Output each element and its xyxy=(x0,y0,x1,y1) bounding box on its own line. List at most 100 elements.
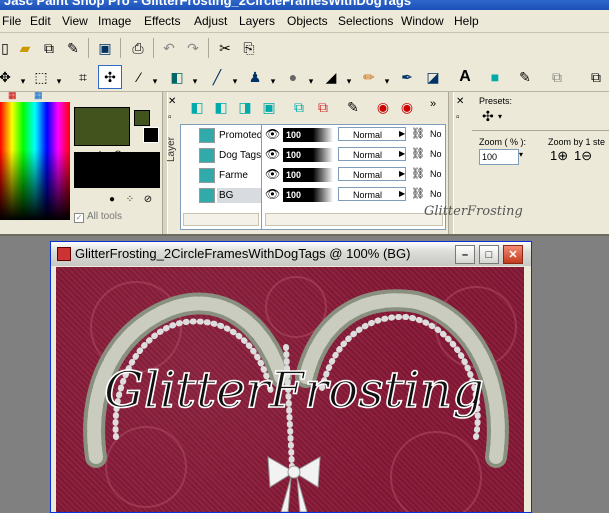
tool-options-pin-icon[interactable]: ▫ xyxy=(456,112,460,123)
layer-group-link[interactable]: No xyxy=(430,129,442,139)
bg-color-mode-icon[interactable]: ● xyxy=(106,193,118,205)
chevron-right-icon[interactable]: ▶ xyxy=(399,149,405,158)
crop-tool-icon[interactable]: ⌗ xyxy=(72,66,94,88)
layer-group-link[interactable]: No xyxy=(430,169,442,179)
delete-layer-icon[interactable]: ⧉ xyxy=(312,96,334,118)
menu-window[interactable]: Window xyxy=(401,14,444,28)
clone-tool-icon[interactable]: ◧ xyxy=(166,66,188,88)
copy-icon[interactable]: ⎘ xyxy=(238,37,260,59)
double-chevron-right-icon[interactable]: » xyxy=(430,98,436,110)
lock-transparency-icon[interactable]: ⛓ xyxy=(411,127,425,140)
zoom-out-icon[interactable]: 1⊖ xyxy=(574,148,592,164)
menu-layers[interactable]: Layers xyxy=(239,14,275,28)
blend-mode-select[interactable]: Normal xyxy=(338,127,406,141)
layers-pin-icon[interactable]: ▫ xyxy=(168,112,172,123)
zoom-percent-input[interactable]: 100 xyxy=(479,149,519,165)
open-folder-icon[interactable]: ▰ xyxy=(14,37,36,59)
lighten-tool-icon[interactable]: ● xyxy=(282,66,304,88)
layers-close-icon[interactable]: ✕ xyxy=(168,96,176,107)
pen-tool-icon[interactable]: ✎ xyxy=(514,66,536,88)
chevron-down-icon[interactable]: ▾ xyxy=(266,70,280,92)
fill-tool-icon[interactable]: ◢ xyxy=(320,66,342,88)
lock-transparency-icon[interactable]: ⛓ xyxy=(411,147,425,160)
opacity-slider[interactable]: 100 xyxy=(283,148,333,162)
hide-all-layers-icon[interactable]: ◉ xyxy=(396,96,418,118)
pencil-tool-icon[interactable]: ✏ xyxy=(358,66,380,88)
chevron-down-icon[interactable]: ▾ xyxy=(380,70,394,92)
opacity-slider[interactable]: 100 xyxy=(283,128,333,142)
opacity-slider[interactable]: 100 xyxy=(283,188,333,202)
lock-transparency-icon[interactable]: ⛓ xyxy=(411,187,425,200)
layer-name[interactable]: BG xyxy=(217,188,261,203)
layer-name[interactable]: Promoted xyxy=(217,128,261,143)
layer-row-active[interactable]: BG 👁 100 Normal ▶ ⛓ No xyxy=(181,186,445,205)
chevron-down-icon[interactable]: ▾ xyxy=(304,70,318,92)
layer-group-link[interactable]: No xyxy=(430,149,442,159)
chevron-down-icon[interactable]: ▾ xyxy=(342,70,356,92)
chevron-down-icon[interactable]: ▾ xyxy=(52,70,66,92)
layers-name-scrollbar[interactable] xyxy=(183,213,259,226)
visibility-eye-icon[interactable]: 👁 xyxy=(265,167,280,181)
picture-tube-icon[interactable]: ✒ xyxy=(396,66,418,88)
color-spectrum-picker[interactable] xyxy=(0,102,70,220)
print-icon[interactable]: ⎙ xyxy=(127,37,149,59)
chevron-down-icon[interactable]: ▾ xyxy=(188,70,202,92)
foreground-swatch[interactable] xyxy=(74,107,130,146)
tool-options-close-icon[interactable]: ✕ xyxy=(456,96,464,107)
browse-icon[interactable]: ⧉ xyxy=(38,37,60,59)
eraser-tool-icon[interactable]: ◪ xyxy=(422,66,444,88)
new-adjustment-layer-icon[interactable]: ▣ xyxy=(258,96,280,118)
warp-tool-icon[interactable]: ⧉ xyxy=(546,66,568,88)
blend-mode-select[interactable]: Normal xyxy=(338,147,406,161)
rainbow-tab-icon[interactable]: ▦ xyxy=(8,90,17,101)
layer-name[interactable]: Dog Tags xyxy=(217,148,261,163)
menu-image[interactable]: Image xyxy=(98,14,131,28)
visibility-eye-icon[interactable]: 👁 xyxy=(265,127,280,141)
layer-properties-icon[interactable]: ✎ xyxy=(342,96,364,118)
visibility-eye-icon[interactable]: 👁 xyxy=(265,187,280,201)
document-title-bar[interactable]: GlitterFrosting_2CircleFramesWithDogTags… xyxy=(51,242,531,266)
magic-wand-icon[interactable]: ⁄ xyxy=(128,66,150,88)
menu-file[interactable]: File xyxy=(2,14,21,28)
toolbar-overflow-icon[interactable]: ⧉ xyxy=(585,66,607,88)
opacity-slider[interactable]: 100 xyxy=(283,168,333,182)
background-swatch[interactable] xyxy=(74,152,160,188)
chevron-right-icon[interactable]: ▶ xyxy=(399,169,405,178)
chevron-down-icon[interactable]: ▾ xyxy=(16,70,30,92)
save-icon[interactable]: ▣ xyxy=(94,37,116,59)
blend-mode-select[interactable]: Normal xyxy=(338,167,406,181)
redo-icon[interactable]: ↷ xyxy=(182,37,204,59)
visibility-eye-icon[interactable]: 👁 xyxy=(265,147,280,161)
maximize-button[interactable]: □ xyxy=(479,245,499,264)
layer-group-link[interactable]: No xyxy=(430,189,442,199)
new-raster-layer-icon[interactable]: ◧ xyxy=(186,96,208,118)
menu-view[interactable]: View xyxy=(62,14,88,28)
layer-row[interactable]: Farme 👁 100 Normal ▶ ⛓ No xyxy=(181,166,445,185)
selection-tool-icon[interactable]: ⬚ xyxy=(30,66,52,88)
paint-brush-icon[interactable]: ╱ xyxy=(206,66,228,88)
close-button[interactable]: ✕ xyxy=(503,245,523,264)
chevron-right-icon[interactable]: ▶ xyxy=(399,189,405,198)
layer-row[interactable]: Dog Tags 👁 100 Normal ▶ ⛓ No xyxy=(181,146,445,165)
menu-edit[interactable]: Edit xyxy=(30,14,51,28)
undo-icon[interactable]: ↶ xyxy=(158,37,180,59)
zoom-in-icon[interactable]: 1⊕ xyxy=(550,148,568,164)
move-preset-icon[interactable]: ✣ xyxy=(482,108,494,125)
menu-objects[interactable]: Objects xyxy=(287,14,328,28)
retouch-tool-icon[interactable]: ♟ xyxy=(244,66,266,88)
pan-tool-icon[interactable]: ✥ xyxy=(0,66,16,88)
chevron-down-icon[interactable]: ▾ xyxy=(148,70,162,92)
checkbox-icon[interactable]: ✓ xyxy=(74,213,84,223)
duplicate-layer-icon[interactable]: ⧉ xyxy=(288,96,310,118)
chevron-down-icon[interactable]: ▾ xyxy=(498,112,502,121)
chevron-down-icon[interactable]: ▾ xyxy=(228,70,242,92)
layer-row[interactable]: Promoted 👁 100 Normal ▶ ⛓ No xyxy=(181,126,445,145)
menu-adjust[interactable]: Adjust xyxy=(194,14,227,28)
blend-mode-select[interactable]: Normal xyxy=(338,187,406,201)
background-mini-swatch[interactable] xyxy=(143,127,159,143)
all-tools-checkbox[interactable]: ✓ All tools xyxy=(74,211,122,223)
bg-gradient-mode-icon[interactable]: ⁘ xyxy=(124,193,136,205)
bg-none-mode-icon[interactable]: ⊘ xyxy=(142,193,154,205)
scanner-icon[interactable]: ✎ xyxy=(62,37,84,59)
menu-selections[interactable]: Selections xyxy=(338,14,393,28)
